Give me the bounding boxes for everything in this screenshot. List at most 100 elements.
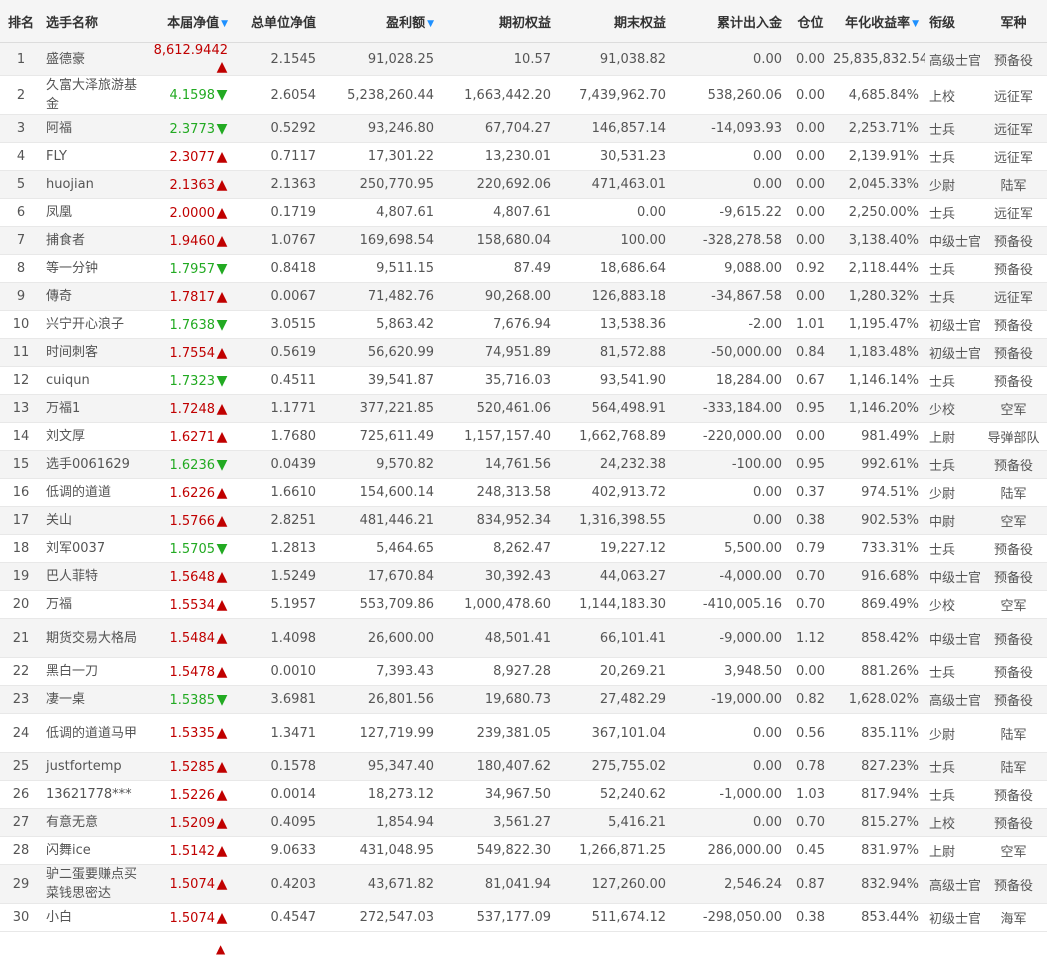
table-row[interactable]: 2 久富大泽旅游基金 4.1598 ▼ 2.6054 5,238,260.44 1,663,…: [0, 75, 1047, 115]
table-row[interactable]: 19 巴人菲特 1.5648 ▲ 1.5249 17,670.84 30,392.43 44,…: [0, 562, 1047, 591]
sort-desc-icon[interactable]: ▼: [427, 19, 434, 29]
player-name[interactable]: 刘军0037: [42, 534, 150, 563]
player-name[interactable]: 久富大泽旅游基金: [42, 75, 150, 115]
player-name[interactable]: 低调的道道马甲: [42, 713, 150, 753]
table-row[interactable]: 18 刘军0037 1.5705 ▼ 1.2813 5,464.65 8,262.47 19,…: [0, 534, 1047, 563]
branch-cell: 预备役: [980, 366, 1047, 395]
table-row[interactable]: 27 有意无意 1.5209 ▲ 0.4095 1,854.94 3,561.27 5,416…: [0, 808, 1047, 837]
player-name[interactable]: cuiqun: [42, 366, 150, 395]
nav-value: 1.5648: [169, 569, 216, 585]
net-flow-cell: -2.00: [672, 310, 788, 339]
player-name[interactable]: 驴二蛋要赚点买菜钱思密达: [42, 864, 150, 904]
table-row[interactable]: 26 13621778*** 1.5226 ▲ 0.0014 18,273.12 34,96…: [0, 780, 1047, 809]
rank-title-cell: 士兵: [925, 534, 980, 563]
profit-cell: 93,246.80: [322, 114, 440, 143]
table-row[interactable]: 6 凤凰 2.0000 ▲ 0.1719 4,807.61 4,807.61 0.00 -9,6…: [0, 198, 1047, 227]
table-row[interactable]: 9 傳奇 1.7817 ▲ 0.0067 71,482.76 90,268.00 126,88…: [0, 282, 1047, 311]
player-name[interactable]: 有意无意: [42, 808, 150, 837]
header-profit[interactable]: 盈利额 ▼: [322, 0, 440, 43]
table-row[interactable]: 30 小白 1.5074 ▲ 0.4547 272,547.03 537,177.09 511…: [0, 903, 1047, 932]
table-row[interactable]: 29 驴二蛋要赚点买菜钱思密达 1.5074 ▲ 0.4203 43,671.82 81,0…: [0, 864, 1047, 904]
player-name[interactable]: 兴宁开心浪子: [42, 310, 150, 339]
table-row[interactable]: 16 低调的道道 1.6226 ▲ 1.6610 154,600.14 248,313.58…: [0, 478, 1047, 507]
table-row[interactable]: 24 低调的道道马甲 1.5335 ▲ 1.3471 127,719.99 239,381.…: [0, 713, 1047, 753]
player-name[interactable]: 万福1: [42, 394, 150, 423]
player-name[interactable]: 小白: [42, 903, 150, 932]
player-name[interactable]: 刘文厚: [42, 422, 150, 451]
player-name[interactable]: 傳奇: [42, 282, 150, 311]
profit-cell: 553,709.86: [322, 590, 440, 619]
player-name[interactable]: 万福: [42, 590, 150, 619]
player-name[interactable]: huojian: [42, 170, 150, 199]
table-row[interactable]: 23 凄一桌 1.5385 ▼ 3.6981 26,801.56 19,680.73 27,4…: [0, 685, 1047, 714]
total-nav-cell: 9.0633: [234, 836, 322, 865]
nav-value: 8,612.9442: [153, 43, 228, 58]
rank-cell: 29: [0, 864, 42, 904]
table-row[interactable]: 4 FLY 2.3077 ▲ 0.7117 17,301.22 13,230.01 30,53…: [0, 142, 1047, 171]
position-cell: 0.00: [788, 422, 833, 451]
table-row[interactable]: 12 cuiqun 1.7323 ▼ 0.4511 39,541.87 35,716.03 9…: [0, 366, 1047, 395]
arrow-up-icon: ▲: [216, 512, 228, 529]
annual-return-cell: 1,183.48%: [833, 338, 925, 367]
table-row[interactable]: 3 阿福 2.3773 ▼ 0.5292 93,246.80 67,704.27 146,85…: [0, 114, 1047, 143]
player-name[interactable]: FLY: [42, 142, 150, 171]
table-row[interactable]: 5 huojian 2.1363 ▲ 2.1363 250,770.95 220,692.0…: [0, 170, 1047, 199]
rank-cell: 10: [0, 310, 42, 339]
branch-cell: 预备役: [980, 864, 1047, 904]
table-row[interactable]: 17 关山 1.5766 ▲ 2.8251 481,446.21 834,952.34 1,3…: [0, 506, 1047, 535]
player-name[interactable]: 巴人菲特: [42, 562, 150, 591]
table-row[interactable]: 28 闪舞ice 1.5142 ▲ 9.0633 431,048.95 549,822.30…: [0, 836, 1047, 865]
branch-cell: 预备役: [980, 685, 1047, 714]
player-name[interactable]: 黑白一刀: [42, 657, 150, 686]
player-name[interactable]: 低调的道道: [42, 478, 150, 507]
table-row[interactable]: 1 盛德豪 8,612.9442 ▲ 2.1545 91,028.25 10.57 91,03…: [0, 42, 1047, 76]
player-name[interactable]: 等一分钟: [42, 254, 150, 283]
nav-cell: 1.5705 ▼: [150, 534, 234, 563]
end-equity-cell: 52,240.62: [557, 780, 672, 809]
player-name[interactable]: 阿福: [42, 114, 150, 143]
player-name[interactable]: 时间刺客: [42, 338, 150, 367]
annual-return-cell: 2,139.91%: [833, 142, 925, 171]
player-name[interactable]: 盛德豪: [42, 42, 150, 76]
profit-cell: 127,719.99: [322, 713, 440, 753]
table-row[interactable]: 22 黑白一刀 1.5478 ▲ 0.0010 7,393.43 8,927.28 20,26…: [0, 657, 1047, 686]
table-row[interactable]: 21 期货交易大格局 1.5484 ▲ 1.4098 26,600.00 48,501.41…: [0, 618, 1047, 658]
nav-value: 1.6271: [169, 429, 216, 445]
position-cell: 0.70: [788, 562, 833, 591]
player-name[interactable]: 选手0061629: [42, 450, 150, 479]
position-cell: 0.37: [788, 478, 833, 507]
branch-cell: 陆军: [980, 752, 1047, 781]
branch-cell: 远征军: [980, 142, 1047, 171]
table-row[interactable]: 8 等一分钟 1.7957 ▼ 0.8418 9,511.15 87.49 18,686.64…: [0, 254, 1047, 283]
end-equity-cell: 66,101.41: [557, 618, 672, 658]
rank-cell: 14: [0, 422, 42, 451]
sort-desc-icon[interactable]: ▼: [221, 19, 228, 29]
arrow-up-icon: ▲: [216, 786, 228, 803]
player-name[interactable]: justfortemp: [42, 752, 150, 781]
player-name[interactable]: 凄一桌: [42, 685, 150, 714]
table-row[interactable]: 20 万福 1.5534 ▲ 5.1957 553,709.86 1,000,478.60 1…: [0, 590, 1047, 619]
table-row[interactable]: 14 刘文厚 1.6271 ▲ 1.7680 725,611.49 1,157,157.40…: [0, 422, 1047, 451]
table-row[interactable]: 13 万福1 1.7248 ▲ 1.1771 377,221.85 520,461.06 56…: [0, 394, 1047, 423]
player-name[interactable]: 闪舞ice: [42, 836, 150, 865]
sort-desc-icon[interactable]: ▼: [912, 19, 919, 29]
end-equity-cell: 100.00: [557, 226, 672, 255]
table-row[interactable]: 10 兴宁开心浪子 1.7638 ▼ 3.0515 5,863.42 7,676.94 13,…: [0, 310, 1047, 339]
table-row[interactable]: 25 justfortemp 1.5285 ▲ 0.1578 95,347.40 180,4…: [0, 752, 1047, 781]
table-row[interactable]: 7 捕食者 1.9460 ▲ 1.0767 169,698.54 158,680.04 100…: [0, 226, 1047, 255]
net-flow-cell: -410,005.16: [672, 590, 788, 619]
start-equity-cell: 220,692.06: [440, 170, 557, 199]
player-name[interactable]: 捕食者: [42, 226, 150, 255]
net-flow-cell: -328,278.58: [672, 226, 788, 255]
player-name[interactable]: 13621778***: [42, 780, 150, 809]
rank-title-cell: 少尉: [925, 478, 980, 507]
table-row[interactable]: 15 选手0061629 1.6236 ▼ 0.0439 9,570.82 14,761.5…: [0, 450, 1047, 479]
player-name[interactable]: 凤凰: [42, 198, 150, 227]
profit-cell: 39,541.87: [322, 366, 440, 395]
header-annual-return[interactable]: 年化收益率 ▼: [833, 0, 925, 43]
player-name[interactable]: 关山: [42, 506, 150, 535]
table-row[interactable]: 11 时间刺客 1.7554 ▲ 0.5619 56,620.99 74,951.89 81,…: [0, 338, 1047, 367]
player-name[interactable]: 期货交易大格局: [42, 618, 150, 658]
rank-title-cell: 初级士官: [925, 310, 980, 339]
header-nav[interactable]: 本届净值 ▼: [150, 0, 234, 43]
